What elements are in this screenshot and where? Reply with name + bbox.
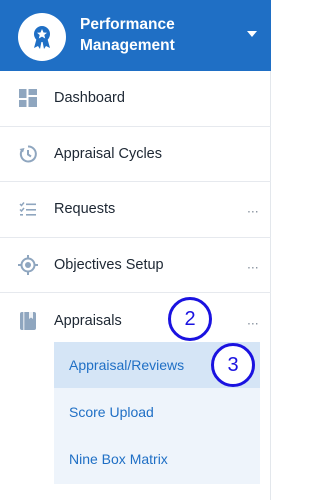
- sidebar-item-dashboard[interactable]: Dashboard: [0, 71, 271, 127]
- more-options-icon[interactable]: ...: [247, 200, 259, 216]
- annotation-badge-2: 2: [168, 297, 212, 341]
- sidebar-item-label: Dashboard: [54, 90, 125, 107]
- sidebar: Performance Management Dashboard Apprais…: [0, 0, 271, 500]
- more-options-icon[interactable]: ...: [247, 255, 259, 271]
- checklist-icon: [18, 199, 38, 219]
- sidebar-item-label: Objectives Setup: [54, 256, 164, 273]
- dashboard-grid-icon: [18, 88, 38, 108]
- sidebar-item-label: Appraisals: [54, 312, 122, 329]
- more-options-icon[interactable]: ...: [247, 311, 259, 327]
- sidebar-item-appraisals[interactable]: Appraisals ...: [0, 293, 271, 349]
- sidebar-item-objectives-setup[interactable]: Objectives Setup ...: [0, 238, 271, 293]
- cycle-clock-icon: [18, 144, 38, 164]
- annotation-badge-3: 3: [211, 343, 255, 387]
- sidebar-item-appraisal-cycles[interactable]: Appraisal Cycles: [0, 127, 271, 182]
- book-icon: [18, 311, 38, 331]
- sidebar-item-requests[interactable]: Requests ...: [0, 182, 271, 238]
- chevron-down-icon[interactable]: [245, 27, 259, 41]
- target-icon: [18, 254, 38, 275]
- app-title: Performance Management: [80, 16, 175, 54]
- sidebar-item-label: Appraisal Cycles: [54, 145, 162, 162]
- sidebar-item-label: Requests: [54, 201, 116, 218]
- submenu-item-nine-box-matrix[interactable]: Nine Box Matrix: [54, 436, 260, 482]
- award-badge-icon: [18, 13, 66, 61]
- sidebar-nav: Dashboard Appraisal Cycles Requests ... …: [0, 71, 271, 349]
- submenu-item-score-upload[interactable]: Score Upload: [54, 389, 260, 435]
- app-header[interactable]: Performance Management: [0, 0, 271, 71]
